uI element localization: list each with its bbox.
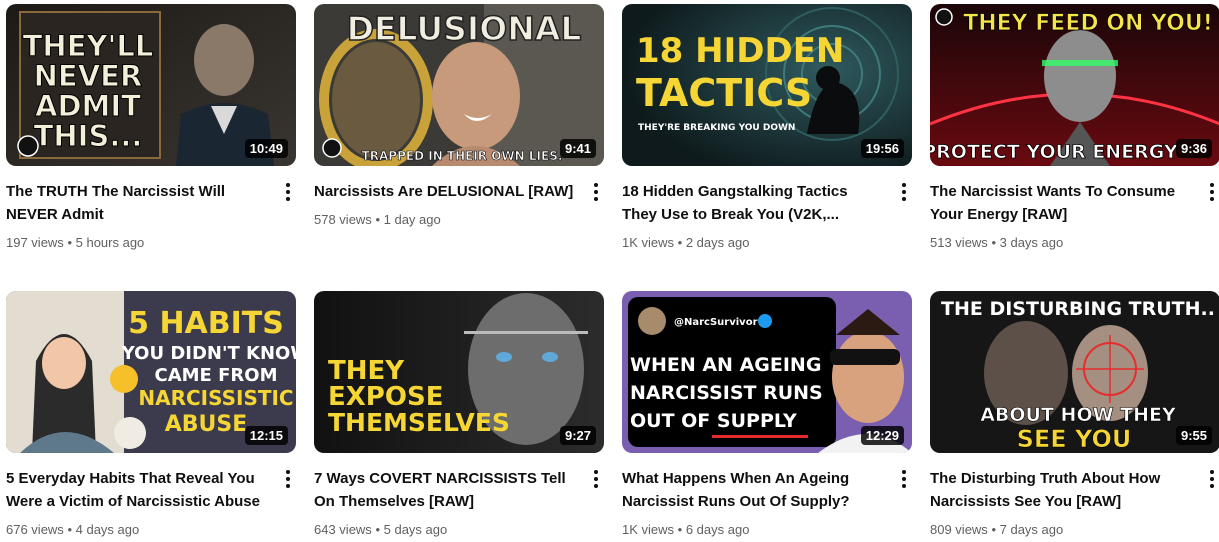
upload-age: 7 days ago	[999, 522, 1064, 537]
upload-age: 4 days ago	[75, 522, 140, 537]
video-duration: 10:49	[244, 139, 288, 158]
video-thumbnail[interactable]: 5 HABITS YOU DIDN'T KNOW CAME FROM NARCI…	[6, 291, 296, 453]
separator-dot: •	[991, 235, 996, 250]
thumbnail-text: THE DISTURBING TRUTH..	[941, 298, 1215, 320]
thumbnail-text: YOU DIDN'T KNOW	[121, 343, 296, 364]
video-title[interactable]: Narcissists Are DELUSIONAL [RAW]	[314, 180, 576, 203]
video-stats: 1K views • 6 days ago	[622, 521, 884, 539]
view-count: 1K views	[622, 235, 675, 250]
view-count: 578 views	[314, 212, 372, 227]
separator-dot: •	[677, 235, 683, 250]
separator-dot: •	[991, 522, 996, 537]
video-card[interactable]: THE DISTURBING TRUTH.. ABOUT HOW THEY SE…	[930, 291, 1219, 539]
video-stats: 197 views • 5 hours ago	[6, 234, 268, 252]
video-card[interactable]: 18 HIDDEN TACTICS THEY'RE BREAKING YOU D…	[622, 4, 912, 252]
video-stats: 809 views • 7 days ago	[930, 521, 1192, 539]
thumbnail-text: THIS...	[34, 119, 143, 153]
video-card[interactable]: DELUSIONAL TRAPPED IN THEIR OWN LIES. 9:…	[314, 4, 604, 229]
video-card[interactable]: THEY'LL NEVER ADMIT THIS... 10:49 The TR…	[6, 4, 296, 252]
more-options-icon[interactable]	[900, 470, 908, 492]
thumbnail-text: NARCISSIST RUNS	[630, 382, 823, 404]
more-options-icon[interactable]	[284, 470, 292, 492]
view-count: 676 views	[6, 522, 64, 537]
video-duration: 9:55	[1175, 426, 1212, 445]
thumbnail-text: 5 HABITS	[128, 306, 284, 341]
upload-age: 5 days ago	[383, 522, 448, 537]
more-options-icon[interactable]	[1208, 470, 1216, 492]
view-count: 809 views	[930, 522, 988, 537]
more-options-icon[interactable]	[592, 470, 600, 492]
more-options-icon[interactable]	[1208, 183, 1216, 205]
thumbnail-text: NARCISSISTIC	[138, 386, 293, 410]
upload-age: 2 days ago	[685, 235, 750, 250]
video-thumbnail[interactable]: THEY FEED ON YOU! PROTECT YOUR ENERGY 9:…	[930, 4, 1219, 166]
video-stats: 1K views • 2 days ago	[622, 234, 884, 252]
video-title[interactable]: The Narcissist Wants To Consume Your Ene…	[930, 180, 1192, 226]
thumbnail-text: THEMSELVES	[328, 408, 510, 437]
separator-dot: •	[67, 522, 72, 537]
thumbnail-text: TACTICS	[636, 71, 812, 115]
video-thumbnail[interactable]: THE DISTURBING TRUTH.. ABOUT HOW THEY SE…	[930, 291, 1219, 453]
more-options-icon[interactable]	[592, 183, 600, 205]
video-thumbnail[interactable]: @NarcSurvivor WHEN AN AGEING NARCISSIST …	[622, 291, 912, 453]
video-stats: 676 views • 4 days ago	[6, 521, 268, 539]
video-stats: 578 views • 1 day ago	[314, 211, 576, 229]
video-stats: 513 views • 3 days ago	[930, 234, 1192, 252]
thumbnail-text: WHEN AN AGEING	[630, 354, 821, 376]
video-title[interactable]: 5 Everyday Habits That Reveal You Were a…	[6, 467, 268, 513]
video-title[interactable]: 18 Hidden Gangstalking Tactics They Use …	[622, 180, 884, 226]
thumbnail-text: THEY FEED ON YOU!	[963, 11, 1213, 36]
thumbnail-text: THEY'RE BREAKING YOU DOWN	[638, 123, 795, 133]
separator-dot: •	[67, 235, 72, 250]
thumbnail-text: THEY'LL	[23, 29, 154, 63]
video-thumbnail[interactable]: THEY EXPOSE THEMSELVES 9:27	[314, 291, 604, 453]
thumbnail-text: NEVER	[34, 59, 143, 93]
separator-dot: •	[375, 522, 380, 537]
video-title[interactable]: 7 Ways COVERT NARCISSISTS Tell On Themse…	[314, 467, 576, 513]
video-card[interactable]: 5 HABITS YOU DIDN'T KNOW CAME FROM NARCI…	[6, 291, 296, 539]
video-grid: THEY'LL NEVER ADMIT THIS... 10:49 The TR…	[0, 0, 1219, 542]
video-thumbnail[interactable]: DELUSIONAL TRAPPED IN THEIR OWN LIES. 9:…	[314, 4, 604, 166]
upload-age: 6 days ago	[685, 522, 750, 537]
thumbnail-text: ABUSE	[165, 412, 248, 437]
view-count: 197 views	[6, 235, 64, 250]
thumbnail-text: PROTECT YOUR ENERGY	[930, 141, 1178, 163]
thumbnail-text: DELUSIONAL	[347, 9, 582, 48]
video-duration: 12:29	[860, 426, 904, 445]
thumbnail-text: ADMIT	[35, 89, 141, 123]
upload-age: 1 day ago	[383, 212, 441, 227]
more-options-icon[interactable]	[900, 183, 908, 205]
video-card[interactable]: THEY EXPOSE THEMSELVES 9:27 7 Ways COVER…	[314, 291, 604, 539]
view-count: 1K views	[622, 522, 675, 537]
video-title[interactable]: What Happens When An Ageing Narcissist R…	[622, 467, 884, 513]
video-card[interactable]: THEY FEED ON YOU! PROTECT YOUR ENERGY 9:…	[930, 4, 1219, 252]
video-stats: 643 views • 5 days ago	[314, 521, 576, 539]
video-duration: 12:15	[244, 426, 288, 445]
video-thumbnail[interactable]: THEY'LL NEVER ADMIT THIS... 10:49	[6, 4, 296, 166]
video-title[interactable]: The TRUTH The Narcissist Will NEVER Admi…	[6, 180, 268, 226]
thumbnail-text: 18 HIDDEN	[636, 31, 844, 71]
separator-dot: •	[375, 212, 380, 227]
more-options-icon[interactable]	[284, 183, 292, 205]
view-count: 513 views	[930, 235, 988, 250]
thumbnail-text: CAME FROM	[155, 365, 278, 386]
upload-age: 3 days ago	[999, 235, 1064, 250]
thumbnail-text: TRAPPED IN THEIR OWN LIES.	[362, 149, 563, 163]
thumbnail-text: OUT OF SUPPLY	[630, 410, 797, 432]
video-card[interactable]: @NarcSurvivor WHEN AN AGEING NARCISSIST …	[622, 291, 912, 539]
video-title[interactable]: The Disturbing Truth About How Narcissis…	[930, 467, 1192, 513]
video-duration: 9:41	[559, 139, 596, 158]
separator-dot: •	[677, 522, 683, 537]
video-duration: 19:56	[860, 139, 904, 158]
upload-age: 5 hours ago	[75, 235, 145, 250]
thumbnail-text: ABOUT HOW THEY	[980, 404, 1176, 426]
view-count: 643 views	[314, 522, 372, 537]
video-duration: 9:36	[1175, 139, 1212, 158]
video-duration: 9:27	[559, 426, 596, 445]
thumbnail-text: @NarcSurvivor	[674, 317, 758, 328]
thumbnail-text: SEE YOU	[1017, 425, 1132, 453]
video-thumbnail[interactable]: 18 HIDDEN TACTICS THEY'RE BREAKING YOU D…	[622, 4, 912, 166]
